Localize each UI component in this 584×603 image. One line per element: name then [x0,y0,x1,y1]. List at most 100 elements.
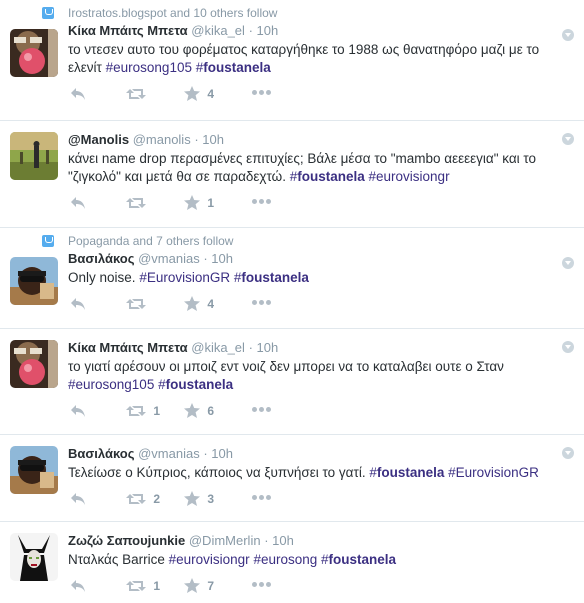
timestamp-link[interactable]: 10h [202,132,224,147]
favorite-count: 4 [207,86,215,101]
username-link[interactable]: @vmanias [138,251,200,266]
follow-context[interactable]: Popaganda and 7 others follow [42,228,562,250]
favorite-count: 7 [207,578,215,593]
fullname-link[interactable]: Κίκα Μπάιτς Μπετα [68,23,188,38]
retweet-button[interactable] [126,83,150,103]
hashtag-link[interactable]: #foustanela [290,169,365,184]
timestamp-link[interactable]: 10h [257,340,279,355]
hashtag-link[interactable]: #eurosong105 [68,377,154,392]
star-icon [184,491,200,507]
favorite-count: 4 [207,296,215,311]
retweet-button[interactable]: 1 [126,575,160,595]
timestamp-link[interactable]: 10h [272,533,294,548]
tweet-header: Βασιλάκος @vmanias · 10h [68,435,562,463]
more-dots-icon[interactable] [252,495,272,501]
favorite-button[interactable]: 4 [184,83,214,103]
tweet[interactable]: Ζωζώ Σαπουjunkie @DimMerlin · 10h Νταλκά… [0,522,584,600]
username-link[interactable]: @vmanias [138,446,200,461]
retweet-count: 1 [153,578,161,593]
caret-down-icon[interactable] [562,29,574,41]
reply-button[interactable] [70,83,86,103]
more-dots-icon[interactable] [252,90,272,96]
more-dots-icon[interactable] [252,582,272,588]
tweet-actions: 2 3 [68,488,562,516]
caret-down-icon[interactable] [562,257,574,269]
reply-button[interactable] [70,293,86,313]
hashtag-link[interactable]: #EurovisionGR [139,270,230,285]
username-link[interactable]: @kika_el [191,23,245,38]
fullname-link[interactable]: Βασιλάκος [68,251,134,266]
hashtag-link[interactable]: #foustanela [369,465,444,480]
favorite-button[interactable]: 7 [184,575,214,595]
avatar[interactable] [10,132,58,180]
tweet[interactable]: @Manolis @manolis · 10h κάνει name drop … [0,121,584,228]
username-link[interactable]: @DimMerlin [189,533,261,548]
fullname-link[interactable]: Βασιλάκος [68,446,134,461]
reply-button[interactable] [70,575,86,595]
star-icon [184,403,200,419]
username-link[interactable]: @manolis [133,132,191,147]
separator-dot: · [248,23,253,38]
tweet-text: κάνει name drop περασμένες επιτυχίες; Βά… [68,150,562,186]
fullname-link[interactable]: Κίκα Μπάιτς Μπετα [68,340,188,355]
separator-dot: · [203,446,208,461]
username-link[interactable]: @kika_el [191,340,245,355]
tweet[interactable]: Βασιλάκος @vmanias · 10h Τελείωσε ο Κύπρ… [0,435,584,522]
retweet-button[interactable]: 2 [126,488,160,508]
hashtag-link[interactable]: #foustanela [234,270,309,285]
caret-down-icon[interactable] [562,133,574,145]
reply-icon [71,196,85,209]
star-icon [184,578,200,594]
hashtag-link[interactable]: #eurosong105 [106,60,192,75]
favorite-button[interactable]: 1 [184,192,214,212]
caret-down-icon[interactable] [562,341,574,353]
avatar[interactable] [10,533,58,581]
tweet-text: Τελείωσε ο Κύπριος, κάποιος να ξυπνήσει … [68,464,562,482]
tweet[interactable]: Irostratos.blogspot and 10 others follow… [0,0,584,121]
more-dots-icon[interactable] [252,407,272,413]
separator-dot: · [203,251,208,266]
retweet-button[interactable]: 1 [126,400,160,420]
fullname-link[interactable]: @Manolis [68,132,129,147]
retweet-button[interactable] [126,293,150,313]
retweet-button[interactable] [126,192,150,212]
more-dots-icon[interactable] [252,199,272,205]
more-dots-icon[interactable] [252,300,272,306]
reply-icon [71,579,85,592]
timestamp-link[interactable]: 10h [211,251,233,266]
favorite-button[interactable]: 3 [184,488,214,508]
fullname-link[interactable]: Ζωζώ Σαπουjunkie [68,533,185,548]
hashtag-link[interactable]: #foustanela [321,552,396,567]
avatar[interactable] [10,29,58,77]
tweet-body: Τελείωσε ο Κύπριος, κάποιος να ξυπνήσει … [68,465,366,480]
tweet-body: το γιατί αρέσουν οι μποιζ εντ νοιζ δεν μ… [68,359,504,374]
hashtag-link[interactable]: #EurovisionGR [448,465,539,480]
tweet[interactable]: Popaganda and 7 others follow Βασιλάκος … [0,228,584,329]
tweet-text: Νταλκάς Barrice #eurovisiongr #eurosong … [68,551,562,569]
caret-down-icon[interactable] [562,447,574,459]
hashtag-link[interactable]: #eurovisiongr [169,552,250,567]
tweet[interactable]: Κίκα Μπάιτς Μπετα @kika_el · 10h το γιατ… [0,329,584,435]
tweet-text: το γιατί αρέσουν οι μποιζ εντ νοιζ δεν μ… [68,358,562,394]
hashtag-link[interactable]: #foustanela [158,377,233,392]
hashtag-link[interactable]: #foustanela [196,60,271,75]
tweet-header: Βασιλάκος @vmanias · 10h [68,250,562,268]
star-icon [184,296,200,312]
star-icon [184,86,200,102]
timestamp-link[interactable]: 10h [211,446,233,461]
tweet-text: Only noise. #EurovisionGR #foustanela [68,269,562,287]
follow-context[interactable]: Irostratos.blogspot and 10 others follow [42,0,562,22]
favorite-button[interactable]: 4 [184,293,214,313]
reply-button[interactable] [70,400,86,420]
tweet-header: @Manolis @manolis · 10h [68,121,562,149]
reply-button[interactable] [70,488,86,508]
avatar[interactable] [10,257,58,305]
hashtag-link[interactable]: #eurosong [253,552,317,567]
avatar[interactable] [10,446,58,494]
avatar[interactable] [10,340,58,388]
hashtag-link[interactable]: #eurovisiongr [369,169,450,184]
reply-button[interactable] [70,192,86,212]
timestamp-link[interactable]: 10h [257,23,279,38]
favorite-button[interactable]: 6 [184,400,214,420]
retweet-count: 2 [153,491,161,506]
